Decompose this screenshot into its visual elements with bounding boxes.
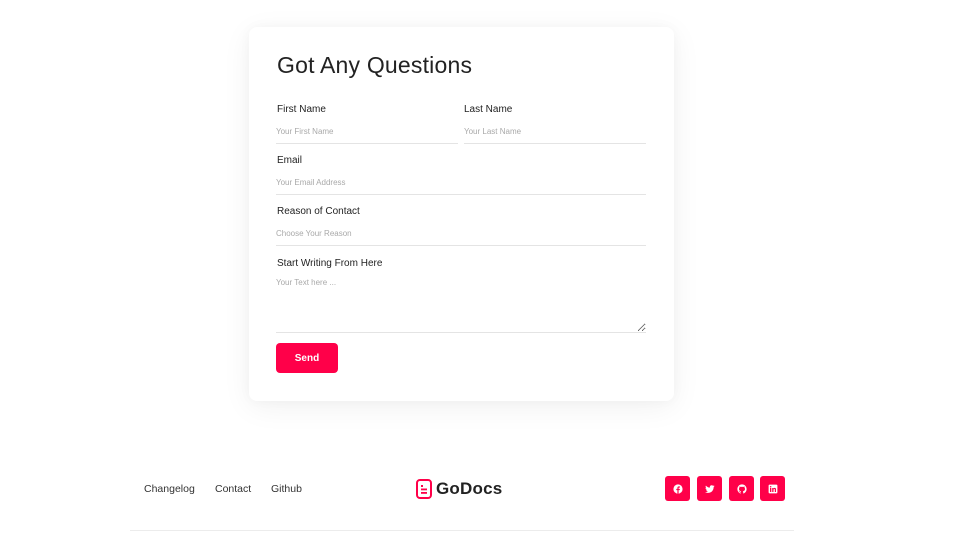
footer-link-github[interactable]: Github <box>271 483 302 495</box>
message-textarea[interactable] <box>276 278 646 333</box>
footer-link-changelog[interactable]: Changelog <box>144 483 195 495</box>
reason-select[interactable] <box>276 222 646 246</box>
facebook-button[interactable] <box>665 476 690 501</box>
facebook-icon <box>672 483 683 494</box>
reason-label: Reason of Contact <box>277 206 360 217</box>
contact-form-card: Got Any Questions First Name Last Name E… <box>249 27 674 401</box>
github-icon <box>736 483 747 493</box>
footer-divider <box>130 530 794 531</box>
godocs-logo[interactable]: GoDocs <box>416 479 502 499</box>
linkedin-icon <box>768 484 777 493</box>
send-button[interactable]: Send <box>276 343 338 373</box>
document-logo-icon <box>416 479 432 499</box>
twitter-icon <box>704 484 715 493</box>
first-name-input[interactable] <box>276 120 458 144</box>
logo-text: GoDocs <box>436 479 503 498</box>
github-button[interactable] <box>729 476 754 501</box>
twitter-button[interactable] <box>697 476 722 501</box>
email-input[interactable] <box>276 171 646 195</box>
last-name-label: Last Name <box>464 104 513 115</box>
first-name-label: First Name <box>277 104 326 115</box>
message-label: Start Writing From Here <box>277 258 383 269</box>
footer-link-contact[interactable]: Contact <box>215 483 251 495</box>
email-label: Email <box>277 155 303 166</box>
form-title: Got Any Questions <box>277 52 473 78</box>
last-name-input[interactable] <box>464 120 646 144</box>
linkedin-button[interactable] <box>760 476 785 501</box>
